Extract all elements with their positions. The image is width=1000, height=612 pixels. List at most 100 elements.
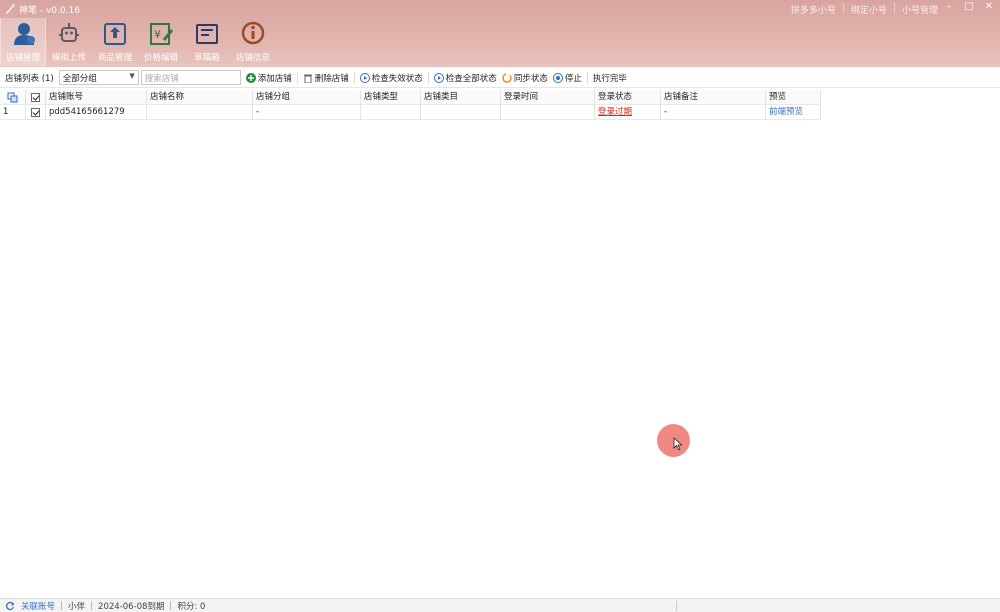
sync-status-button[interactable]: 同步状态: [502, 72, 548, 84]
app-logo-icon: [6, 4, 15, 14]
chevron-down-icon: ▼: [129, 72, 135, 80]
divider: |: [841, 3, 845, 13]
group-select[interactable]: 全部分组 ▼: [58, 70, 139, 85]
title-links: 拼多多小号 | 绑定小号 | 小号管理: [791, 3, 938, 16]
table-row[interactable]: 1 pdd54165661279 - 登录过期 - 前端预览: [0, 105, 821, 120]
user-store-icon: [14, 23, 35, 45]
plus-circle-icon: [245, 72, 256, 83]
ribbon-label: 价格编辑: [143, 53, 178, 63]
cell-type: [361, 105, 421, 120]
login-expired-link[interactable]: 登录过期: [598, 107, 632, 117]
cell-account: pdd54165661279: [46, 105, 147, 120]
divider: [91, 601, 93, 610]
points-count: 积分: 0: [177, 601, 206, 612]
row-checkbox[interactable]: [26, 105, 46, 120]
title-bar: 神笔 - v0.0.16 拼多多小号 | 绑定小号 | 小号管理 – □ ✕: [0, 0, 1000, 18]
add-shop-label: 添加店铺: [257, 73, 292, 84]
window-title: 神笔 - v0.0.16: [19, 6, 80, 16]
column-header-group[interactable]: 店铺分组: [253, 90, 361, 105]
shop-table: 店铺账号 店铺名称 店铺分组 店铺类型 店铺类目 登录时间 登录状态 店铺备注 …: [0, 90, 821, 120]
info-icon: [241, 21, 265, 45]
divider: |: [892, 3, 896, 13]
cell-preview: 前端预览: [766, 105, 821, 120]
copy-header-cell[interactable]: [0, 90, 26, 105]
app-window: 神笔 - v0.0.16 拼多多小号 | 绑定小号 | 小号管理 – □ ✕ 店…: [0, 0, 1000, 612]
status-bar: 关联账号 小伴 2024-06-08到期 积分: 0: [0, 598, 1000, 612]
copy-icon: [7, 92, 18, 103]
upload-box-icon: [104, 23, 126, 45]
check-failed-button[interactable]: 检查失效状态: [359, 72, 423, 84]
ribbon-store-info[interactable]: 店铺信息: [230, 18, 276, 66]
select-all-checkbox[interactable]: [26, 90, 46, 105]
ribbon-price-edit[interactable]: ¥ 价格编辑: [138, 18, 184, 66]
ribbon-drafts[interactable]: 草稿箱: [184, 18, 230, 66]
search-input[interactable]: 搜索店铺: [140, 70, 241, 85]
minimize-button[interactable]: –: [944, 1, 954, 12]
linked-account-link[interactable]: 关联账号: [21, 600, 55, 612]
delete-shop-button[interactable]: 删除店铺: [303, 72, 349, 84]
group-select-value: 全部分组: [62, 74, 97, 84]
sync-status-label: 同步状态: [513, 73, 548, 84]
ribbon-label: 模拟上传: [51, 53, 86, 63]
column-header-preview[interactable]: 预览: [766, 90, 821, 105]
stop-button[interactable]: 停止: [552, 72, 582, 84]
divider: [676, 601, 677, 611]
play-circle-icon: [359, 72, 370, 83]
maximize-button[interactable]: □: [964, 1, 974, 12]
delete-shop-label: 删除店铺: [314, 73, 349, 84]
ribbon-simulate-upload[interactable]: 模拟上传: [46, 18, 92, 66]
ribbon-nav: 店铺管理 模拟上传 商品管理 ¥ 价格编辑 草稿箱 店铺信息: [0, 18, 276, 66]
cell-category: [421, 105, 501, 120]
svg-text:¥: ¥: [154, 28, 161, 41]
checkbox-icon: [31, 108, 40, 117]
divider: [586, 71, 588, 84]
title-link-pdd-account[interactable]: 拼多多小号: [791, 3, 836, 16]
trash-icon: [303, 74, 312, 83]
ribbon-label: 店铺信息: [235, 53, 270, 63]
mouse-cursor-icon: [673, 437, 683, 451]
column-header-remark[interactable]: 店铺备注: [661, 90, 766, 105]
header: 神笔 - v0.0.16 拼多多小号 | 绑定小号 | 小号管理 – □ ✕ 店…: [0, 0, 1000, 67]
add-shop-button[interactable]: 添加店铺: [245, 72, 292, 84]
cell-login-status: 登录过期: [595, 105, 661, 120]
sync-icon: [502, 72, 512, 83]
check-all-button[interactable]: 检查全部状态: [433, 72, 497, 84]
play-circle-icon: [433, 72, 444, 83]
column-header-name[interactable]: 店铺名称: [147, 90, 253, 105]
close-button[interactable]: ✕: [984, 1, 994, 12]
expiry-date: 2024-06-08到期: [98, 601, 165, 612]
cell-name: [147, 105, 253, 120]
divider: [296, 71, 298, 84]
user-name: 小伴: [68, 601, 86, 612]
divider: [170, 601, 172, 610]
ribbon-goods-manage[interactable]: 商品管理: [92, 18, 138, 66]
ribbon-store-manage[interactable]: 店铺管理: [0, 18, 46, 66]
title-link-bind-account[interactable]: 绑定小号: [851, 3, 887, 16]
column-header-account[interactable]: 店铺账号: [46, 90, 147, 105]
stop-circle-icon: [552, 72, 563, 83]
cell-group: -: [253, 105, 361, 120]
shop-list-count: 店铺列表 (1): [5, 73, 54, 84]
ribbon-label: 店铺管理: [5, 53, 40, 63]
table-header-row: 店铺账号 店铺名称 店铺分组 店铺类型 店铺类目 登录时间 登录状态 店铺备注 …: [0, 90, 821, 105]
title-link-account-manage[interactable]: 小号管理: [902, 3, 938, 16]
cell-remark: -: [661, 105, 766, 120]
ribbon-label: 商品管理: [97, 53, 132, 63]
stop-label: 停止: [564, 73, 582, 84]
refresh-icon[interactable]: [5, 601, 15, 611]
toolbar: 店铺列表 (1) 全部分组 ▼ 搜索店铺 添加店铺 删除店铺 检查失效状态 检查…: [0, 68, 1000, 88]
cell-login-time: [501, 105, 595, 120]
column-header-login-time[interactable]: 登录时间: [501, 90, 595, 105]
column-header-login-status[interactable]: 登录状态: [595, 90, 661, 105]
drafts-icon: [196, 24, 218, 44]
check-all-label: 检查全部状态: [445, 73, 497, 84]
divider: [61, 601, 63, 610]
divider: [353, 71, 355, 84]
preview-link[interactable]: 前端预览: [769, 107, 803, 117]
price-edit-icon: ¥: [150, 23, 173, 45]
task-status-text: 执行完毕: [592, 73, 627, 84]
ribbon-label: 草稿箱: [194, 53, 220, 63]
column-header-type[interactable]: 店铺类型: [361, 90, 421, 105]
check-failed-label: 检查失效状态: [371, 73, 423, 84]
column-header-category[interactable]: 店铺类目: [421, 90, 501, 105]
